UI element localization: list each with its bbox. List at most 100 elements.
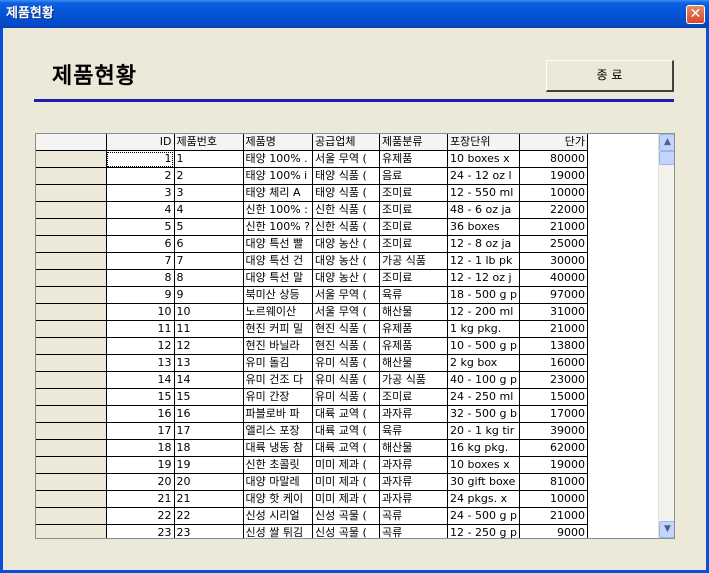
cell-category[interactable]: 유제품 — [379, 337, 449, 355]
cell-id[interactable]: 5 — [106, 218, 175, 236]
cell-product-number[interactable]: 1 — [174, 150, 244, 168]
cell-category[interactable]: 유제품 — [379, 150, 449, 168]
row-selector[interactable] — [36, 524, 107, 538]
cell-unit-price[interactable]: 97000 — [519, 286, 588, 304]
cell-product-name[interactable]: 노르웨이산 — [243, 303, 314, 321]
cell-category[interactable]: 과자류 — [379, 405, 449, 423]
cell-packaging[interactable]: 12 - 200 ml — [447, 303, 520, 321]
cell-packaging[interactable]: 24 - 500 g p — [447, 507, 520, 525]
cell-category[interactable]: 과자류 — [379, 456, 449, 474]
table-row[interactable]: 20 20 대양 마말레 미미 제과 (과자류 30 gift boxe 81000 — [36, 473, 588, 491]
cell-id[interactable]: 18 — [106, 439, 175, 457]
cell-packaging[interactable]: 40 - 100 g p — [447, 371, 520, 389]
cell-id[interactable]: 23 — [106, 524, 175, 538]
cell-unit-price[interactable]: 22000 — [519, 201, 588, 219]
row-selector[interactable] — [36, 388, 107, 406]
cell-product-name[interactable]: 파블로바 파 — [243, 405, 314, 423]
cell-unit-price[interactable]: 9000 — [519, 524, 588, 538]
cell-product-number[interactable]: 23 — [174, 524, 244, 538]
cell-product-number[interactable]: 10 — [174, 303, 244, 321]
cell-unit-price[interactable]: 23000 — [519, 371, 588, 389]
cell-packaging[interactable]: 48 - 6 oz ja — [447, 201, 520, 219]
cell-product-name[interactable]: 대양 핫 케이 — [243, 490, 314, 508]
cell-product-number[interactable]: 11 — [174, 320, 244, 338]
cell-product-name[interactable]: 신한 100% : — [243, 201, 314, 219]
cell-product-name[interactable]: 태양 체리 A — [243, 184, 314, 202]
row-selector[interactable] — [36, 286, 107, 304]
cell-id[interactable]: 4 — [106, 201, 175, 219]
table-row[interactable]: 18 18 대륙 냉동 참 대륙 교역 (해산물 16 kg pkg. 62000 — [36, 439, 588, 457]
row-selector[interactable] — [36, 184, 107, 202]
cell-supplier[interactable]: 서울 무역 ( — [312, 303, 381, 321]
cell-id[interactable]: 10 — [106, 303, 175, 321]
cell-supplier[interactable]: 유미 식품 ( — [312, 371, 381, 389]
cell-unit-price[interactable]: 62000 — [519, 439, 588, 457]
scroll-up-icon[interactable]: ▲ — [659, 134, 674, 151]
cell-product-number[interactable]: 4 — [174, 201, 244, 219]
cell-unit-price[interactable]: 31000 — [519, 303, 588, 321]
cell-product-name[interactable]: 현진 바닐라 — [243, 337, 314, 355]
cell-id[interactable]: 9 — [106, 286, 175, 304]
table-row[interactable]: 8 8 대양 특선 말 대양 농산 (조미료 12 - 12 oz j 40000 — [36, 269, 588, 287]
cell-category[interactable]: 조미료 — [379, 388, 449, 406]
row-selector[interactable] — [36, 235, 107, 253]
cell-id[interactable]: 22 — [106, 507, 175, 525]
cell-category[interactable]: 조미료 — [379, 235, 449, 253]
cell-packaging[interactable]: 10 - 500 g p — [447, 337, 520, 355]
cell-packaging[interactable]: 12 - 250 g p — [447, 524, 520, 538]
cell-category[interactable]: 곡류 — [379, 507, 449, 525]
cell-product-number[interactable]: 22 — [174, 507, 244, 525]
cell-id[interactable]: 16 — [106, 405, 175, 423]
cell-supplier[interactable]: 대륙 교역 ( — [312, 439, 381, 457]
cell-unit-price[interactable]: 10000 — [519, 184, 588, 202]
table-row[interactable]: 7 7 대양 특선 건 대양 농산 (가공 식품 12 - 1 lb pk 30000 — [36, 252, 588, 270]
cell-id[interactable]: 14 — [106, 371, 175, 389]
cell-product-name[interactable]: 북미산 상등 — [243, 286, 314, 304]
cell-unit-price[interactable]: 17000 — [519, 405, 588, 423]
cell-packaging[interactable]: 20 - 1 kg tir — [447, 422, 520, 440]
cell-id[interactable]: 2 — [106, 167, 175, 185]
cell-supplier[interactable]: 대양 농산 ( — [312, 269, 381, 287]
cell-product-name[interactable]: 유미 건조 다 — [243, 371, 314, 389]
cell-category[interactable]: 조미료 — [379, 201, 449, 219]
row-selector[interactable] — [36, 218, 107, 236]
cell-supplier[interactable]: 신한 식품 ( — [312, 201, 381, 219]
cell-supplier[interactable]: 현진 식품 ( — [312, 320, 381, 338]
cell-product-number[interactable]: 8 — [174, 269, 244, 287]
cell-product-number[interactable]: 18 — [174, 439, 244, 457]
cell-product-number[interactable]: 14 — [174, 371, 244, 389]
cell-packaging[interactable]: 18 - 500 g p — [447, 286, 520, 304]
cell-id[interactable]: 1 — [106, 150, 175, 168]
row-selector[interactable] — [36, 507, 107, 525]
cell-product-number[interactable]: 19 — [174, 456, 244, 474]
cell-category[interactable]: 가공 식품 — [379, 371, 449, 389]
cell-supplier[interactable]: 서울 무역 ( — [312, 150, 381, 168]
product-grid[interactable]: ID 제품번호 제품명 공급업체 제품분류 포장단위 단가 1 1 태양 100% . 서울 무역 … — [35, 133, 675, 539]
cell-packaging[interactable]: 10 boxes x — [447, 150, 520, 168]
cell-id[interactable]: 15 — [106, 388, 175, 406]
table-row[interactable]: 19 19 신한 초콜릿 미미 제과 (과자류 10 boxes x 19000 — [36, 456, 588, 474]
close-window-button[interactable]: ✕ — [686, 5, 705, 24]
cell-packaging[interactable]: 24 - 250 ml — [447, 388, 520, 406]
cell-product-number[interactable]: 21 — [174, 490, 244, 508]
cell-product-number[interactable]: 3 — [174, 184, 244, 202]
cell-supplier[interactable]: 현진 식품 ( — [312, 337, 381, 355]
cell-category[interactable]: 해산물 — [379, 303, 449, 321]
cell-product-number[interactable]: 12 — [174, 337, 244, 355]
cell-product-number[interactable]: 9 — [174, 286, 244, 304]
cell-packaging[interactable]: 10 boxes x — [447, 456, 520, 474]
cell-packaging[interactable]: 36 boxes — [447, 218, 520, 236]
row-selector[interactable] — [36, 303, 107, 321]
column-header-unit-price[interactable]: 단가 — [519, 134, 588, 151]
cell-supplier[interactable]: 대륙 교역 ( — [312, 422, 381, 440]
column-header-supplier[interactable]: 공급업체 — [312, 134, 381, 151]
cell-product-name[interactable]: 현진 커피 밀 — [243, 320, 314, 338]
row-selector[interactable] — [36, 439, 107, 457]
cell-id[interactable]: 13 — [106, 354, 175, 372]
cell-supplier[interactable]: 신성 곡물 ( — [312, 507, 381, 525]
column-header-packaging[interactable]: 포장단위 — [447, 134, 520, 151]
table-row[interactable]: 11 11 현진 커피 밀 현진 식품 (유제품 1 kg pkg. 21000 — [36, 320, 588, 338]
cell-supplier[interactable]: 유미 식품 ( — [312, 354, 381, 372]
cell-product-number[interactable]: 7 — [174, 252, 244, 270]
cell-product-number[interactable]: 5 — [174, 218, 244, 236]
